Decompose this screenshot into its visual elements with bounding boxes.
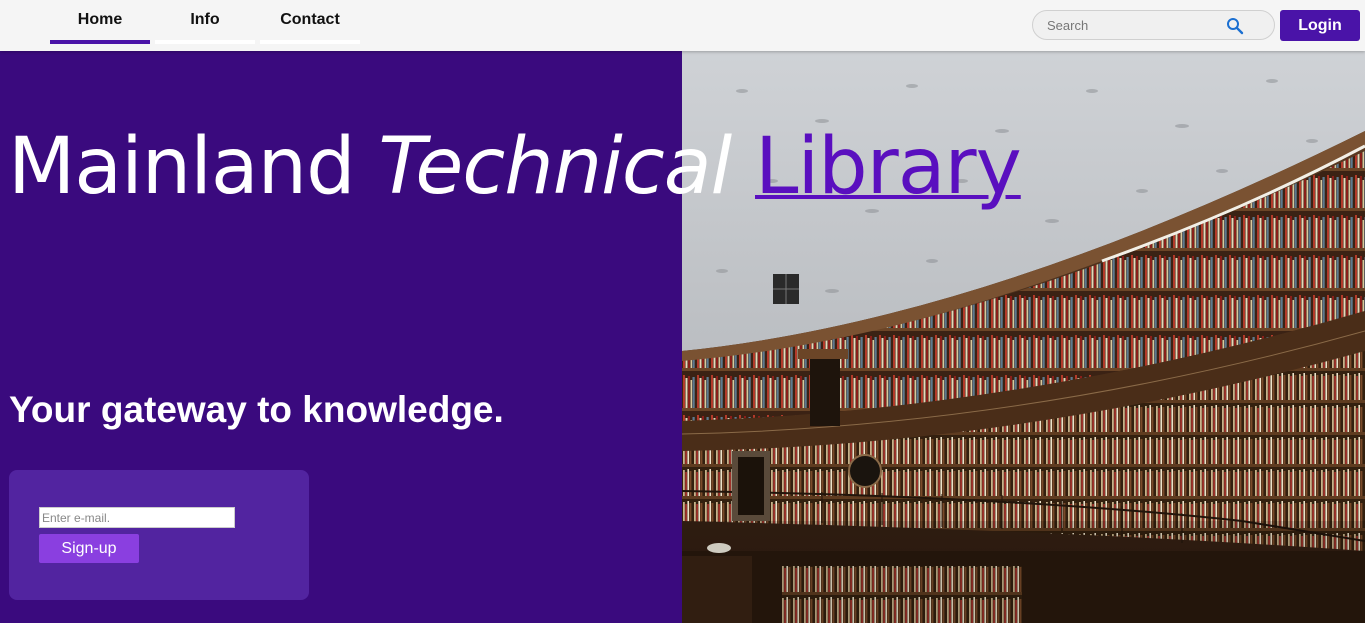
search-input[interactable]: [1045, 16, 1225, 34]
title-library-link[interactable]: Library: [755, 122, 1022, 212]
tab-info-label: Info: [190, 11, 220, 28]
tab-home-active-indicator: [50, 40, 150, 44]
search-box: [1032, 10, 1275, 40]
tab-contact-indicator: [260, 40, 360, 44]
tab-home[interactable]: Home: [50, 0, 150, 44]
tab-contact[interactable]: Contact: [260, 0, 360, 44]
signup-card: Sign-up: [9, 470, 309, 600]
tab-contact-label: Contact: [280, 11, 340, 28]
tagline: Your gateway to knowledge.: [9, 389, 504, 430]
tab-home-label: Home: [77, 11, 123, 28]
signup-button[interactable]: Sign-up: [39, 534, 139, 563]
email-field[interactable]: [39, 507, 235, 528]
tab-info-indicator: [155, 40, 255, 44]
title-word-technical: Technical: [378, 122, 732, 212]
search-icon[interactable]: [1226, 17, 1244, 35]
title-word-mainland: Mainland: [8, 122, 356, 212]
login-button[interactable]: Login: [1280, 10, 1360, 41]
page-title: Mainland Technical Library: [8, 128, 1022, 206]
tab-info[interactable]: Info: [155, 0, 255, 44]
top-navbar: Home Info Contact Login: [0, 0, 1365, 51]
